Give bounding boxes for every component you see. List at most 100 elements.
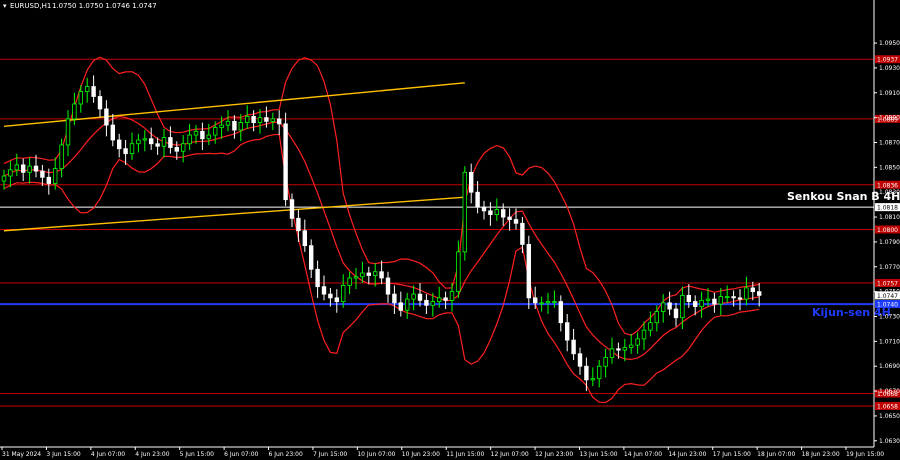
candle-body[interactable] [686, 294, 691, 302]
candle-body[interactable] [123, 148, 128, 155]
candle-body[interactable] [475, 191, 480, 208]
candle-body[interactable] [571, 339, 576, 355]
candle-body[interactable] [737, 297, 743, 300]
candle-body[interactable] [200, 130, 205, 140]
candle-body[interactable] [513, 219, 519, 224]
candle-body[interactable] [20, 164, 26, 173]
candle-body[interactable] [340, 285, 346, 302]
candle-body[interactable] [8, 169, 13, 177]
candle-body[interactable] [693, 301, 698, 307]
candle-body[interactable] [321, 286, 327, 295]
candle-body[interactable] [33, 165, 39, 172]
candle-body[interactable] [443, 297, 448, 301]
candle-body[interactable] [468, 171, 474, 193]
candle-body[interactable] [270, 118, 275, 122]
candle-body[interactable] [757, 291, 762, 296]
candle-body[interactable] [500, 209, 506, 218]
price-chart[interactable]: 1.09371.08891.08361.08181.08001.07571.07… [0, 0, 900, 460]
candle-body[interactable] [590, 378, 595, 381]
candle-body[interactable] [488, 210, 493, 215]
candle-body[interactable] [353, 276, 359, 279]
symbol-arrow-icon[interactable]: ▾ [3, 2, 7, 10]
candle-body[interactable] [577, 353, 583, 367]
candle-body[interactable] [155, 143, 160, 147]
candle-body[interactable] [699, 299, 704, 307]
candle-body[interactable] [78, 91, 83, 105]
candle-body[interactable] [629, 344, 634, 348]
candle-body[interactable] [417, 293, 423, 301]
candle-body[interactable] [257, 117, 263, 124]
candle-body[interactable] [725, 296, 730, 299]
candle-body[interactable] [296, 217, 301, 232]
candle-body[interactable] [328, 293, 333, 299]
candle-body[interactable] [731, 296, 736, 299]
candle-body[interactable] [289, 199, 295, 219]
candle-body[interactable] [136, 139, 141, 145]
candle-body[interactable] [507, 216, 512, 220]
candle-body[interactable] [97, 96, 103, 110]
candle-body[interactable] [148, 138, 154, 145]
candle-body[interactable] [404, 298, 410, 311]
candle-body[interactable] [46, 176, 51, 184]
candle-body[interactable] [654, 311, 659, 324]
candle-body[interactable] [283, 123, 288, 201]
candle-body[interactable] [1, 175, 7, 182]
candle-body[interactable] [366, 272, 371, 276]
candle-body[interactable] [302, 230, 307, 247]
candle-body[interactable] [27, 165, 32, 173]
candle-body[interactable] [129, 143, 135, 155]
candle-body[interactable] [14, 164, 19, 171]
candle-body[interactable] [648, 322, 653, 331]
candle-body[interactable] [372, 271, 378, 276]
candle-body[interactable] [680, 294, 685, 319]
candle-body[interactable] [212, 127, 218, 136]
candle-body[interactable] [360, 272, 365, 278]
candle-body[interactable] [308, 245, 314, 270]
candle-body[interactable] [750, 287, 755, 293]
candle-body[interactable] [430, 301, 435, 306]
candle-body[interactable] [494, 209, 499, 215]
candle-body[interactable] [142, 138, 147, 141]
candle-body[interactable] [603, 357, 608, 367]
candle-body[interactable] [168, 137, 173, 148]
candle-body[interactable] [718, 296, 723, 305]
candle-body[interactable] [91, 86, 96, 97]
candle-body[interactable] [667, 302, 672, 310]
candle-body[interactable] [661, 302, 666, 312]
candle-body[interactable] [110, 124, 115, 141]
candle-body[interactable] [552, 301, 557, 303]
candle-body[interactable] [347, 277, 352, 286]
candle-body[interactable] [584, 365, 589, 381]
candle-body[interactable] [251, 116, 256, 124]
candle-body[interactable] [712, 298, 717, 305]
candle-body[interactable] [520, 222, 525, 245]
candle-body[interactable] [539, 302, 544, 305]
candle-body[interactable] [379, 271, 384, 279]
candle-body[interactable] [385, 277, 391, 295]
candle-body[interactable] [315, 268, 320, 288]
candle-body[interactable] [244, 116, 250, 124]
candle-body[interactable] [635, 338, 640, 346]
candle-body[interactable] [264, 117, 269, 122]
candle-body[interactable] [117, 139, 122, 150]
candle-body[interactable] [187, 134, 192, 145]
candle-body[interactable] [449, 291, 455, 301]
candle-body[interactable] [609, 348, 615, 358]
candle-body[interactable] [558, 301, 563, 324]
candle-body[interactable] [436, 297, 442, 302]
candle-body[interactable] [334, 297, 339, 302]
candle-body[interactable] [193, 130, 199, 136]
candle-body[interactable] [104, 108, 109, 126]
candle-body[interactable] [456, 251, 461, 293]
candle-body[interactable] [65, 118, 71, 146]
candle-body[interactable] [545, 301, 551, 304]
candle-body[interactable] [744, 287, 749, 300]
candle-body[interactable] [622, 347, 627, 351]
candle-body[interactable] [641, 329, 647, 340]
candle-body[interactable] [206, 134, 211, 140]
candle-body[interactable] [161, 137, 167, 147]
candle-body[interactable] [72, 103, 77, 120]
candle-body[interactable] [174, 147, 179, 152]
candle-body[interactable] [526, 244, 531, 299]
candle-body[interactable] [481, 206, 487, 212]
